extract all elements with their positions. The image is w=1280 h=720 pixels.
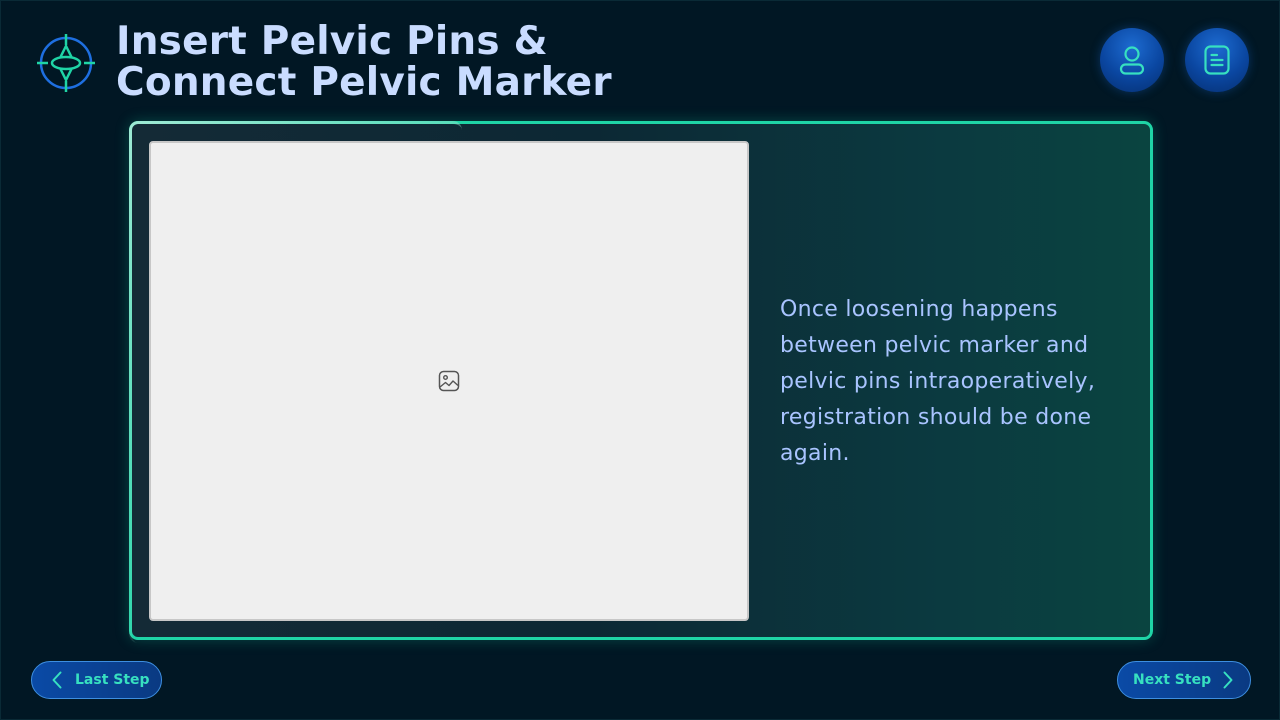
page-title: Insert Pelvic Pins & Connect Pelvic Mark… xyxy=(116,21,612,103)
profile-button[interactable] xyxy=(1100,28,1164,92)
instruction-panel: Once loosening happens between pelvic ma… xyxy=(129,121,1153,640)
chevron-right-icon xyxy=(1223,671,1233,689)
image-placeholder xyxy=(149,141,749,621)
instruction-text: Once loosening happens between pelvic ma… xyxy=(780,297,1096,466)
last-step-label: Last Step xyxy=(75,672,150,688)
chevron-left-icon xyxy=(52,671,62,689)
next-step-label: Next Step xyxy=(1133,672,1212,688)
document-icon xyxy=(1204,45,1230,75)
app-screen: Insert Pelvic Pins & Connect Pelvic Mark… xyxy=(0,0,1280,720)
image-icon xyxy=(438,370,460,392)
user-icon xyxy=(1119,46,1145,75)
document-button[interactable] xyxy=(1185,28,1249,92)
page-title-line-1: Insert Pelvic Pins & xyxy=(116,19,548,64)
page-title-line-2: Connect Pelvic Marker xyxy=(116,60,612,105)
last-step-button[interactable]: Last Step xyxy=(31,661,162,699)
next-step-button[interactable]: Next Step xyxy=(1117,661,1251,699)
navigation-target-icon xyxy=(37,34,95,92)
